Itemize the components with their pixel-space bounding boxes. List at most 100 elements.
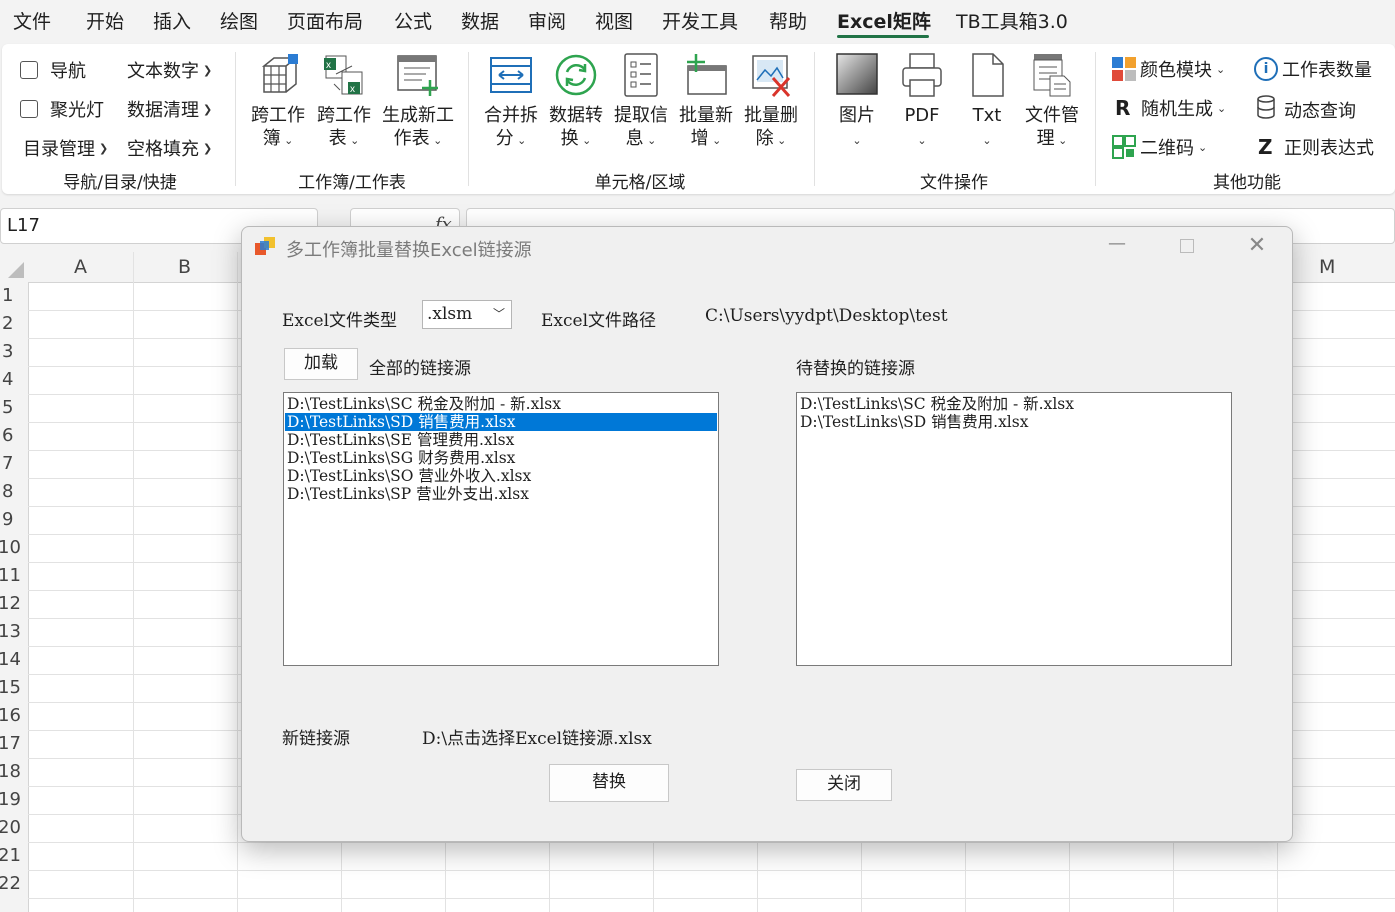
cross-workbook-button[interactable]: 跨工作 簿 ⌄ (246, 52, 310, 152)
list-item[interactable]: D:\TestLinks\SE 管理费用.xlsx (285, 431, 717, 449)
tab-excel-matrix[interactable]: Excel矩阵 (837, 7, 931, 34)
delete-image-icon (749, 52, 793, 98)
pdf-button[interactable]: PDF ⌄ (890, 52, 954, 152)
sheet-count-button[interactable]: i 工作表数量 (1254, 56, 1372, 82)
row-header[interactable]: 22 (0, 873, 21, 894)
close-icon: ✕ (1247, 233, 1267, 258)
merge-split-button[interactable]: 合并拆 分 ⌄ (479, 52, 543, 152)
tab-file[interactable]: 文件 (13, 7, 51, 34)
list-item[interactable]: D:\TestLinks\SD 销售费用.xlsx (798, 413, 1230, 431)
maximize-button[interactable] (1167, 233, 1207, 261)
new-source-value[interactable]: D:\点击选择Excel链接源.xlsx (422, 724, 652, 749)
color-blocks-icon (1112, 57, 1136, 81)
list-item[interactable]: D:\TestLinks\SO 营业外收入.xlsx (285, 467, 717, 485)
row-header[interactable]: 14 (0, 649, 21, 670)
batch-delete-button[interactable]: 批量删 除 ⌄ (739, 52, 803, 152)
cross-sheet-button[interactable]: xx 跨工作 表 ⌄ (312, 52, 376, 152)
tab-data[interactable]: 数据 (461, 7, 499, 34)
row-header[interactable]: 2 (2, 313, 13, 334)
database-icon (1256, 95, 1280, 124)
qrcode-button[interactable]: 二维码 ⌄ (1112, 134, 1207, 160)
row-header[interactable]: 18 (0, 761, 21, 782)
list-item[interactable]: D:\TestLinks\SC 税金及附加 - 新.xlsx (798, 395, 1230, 413)
row-header[interactable]: 15 (0, 677, 21, 698)
file-manage-label: 文件管 (1025, 105, 1079, 126)
batch-add-button[interactable]: 批量新 增 ⌄ (674, 52, 738, 152)
column-header-m[interactable]: M (1319, 256, 1335, 278)
row-header[interactable]: 13 (0, 621, 21, 642)
row-header[interactable]: 20 (0, 817, 21, 838)
close-window-button[interactable]: ✕ (1237, 233, 1277, 261)
list-item[interactable]: D:\TestLinks\SG 财务费用.xlsx (285, 449, 717, 467)
chevron-down-icon: ❯ (203, 102, 213, 116)
replace-button[interactable]: 替换 (549, 764, 669, 802)
svg-text:x: x (350, 84, 355, 95)
spotlight-checkbox[interactable] (20, 100, 38, 118)
dialog-title: 多工作簿批量替换Excel链接源 (286, 240, 532, 261)
row-header[interactable]: 12 (0, 593, 21, 614)
grid-line (28, 898, 1395, 899)
row-header[interactable]: 10 (0, 537, 21, 558)
select-all-corner[interactable] (0, 252, 28, 282)
random-button[interactable]: R 随机生成 ⌄ (1115, 95, 1226, 121)
tab-tb-toolbox[interactable]: TB工具箱3.0 (956, 7, 1068, 34)
tab-review[interactable]: 审阅 (528, 7, 566, 34)
row-header[interactable]: 16 (0, 705, 21, 726)
row-header[interactable]: 19 (0, 789, 21, 810)
file-manage-button[interactable]: 文件管 理 ⌄ (1020, 52, 1084, 152)
close-button[interactable]: 关闭 (796, 769, 892, 801)
row-header[interactable]: 21 (0, 845, 21, 866)
list-item-selected[interactable]: D:\TestLinks\SD 销售费用.xlsx (285, 413, 717, 431)
data-convert-button[interactable]: 数据转 换 ⌄ (544, 52, 608, 152)
pending-sources-label: 待替换的链接源 (796, 359, 915, 379)
color-block-button[interactable]: 颜色模块 ⌄ (1112, 56, 1225, 82)
chevron-down-icon: ⌄ (1198, 140, 1208, 154)
txt-button[interactable]: Txt ⌄ (955, 52, 1019, 152)
pending-sources-list[interactable]: D:\TestLinks\SC 税金及附加 - 新.xlsx D:\TestLi… (796, 392, 1232, 666)
row-header[interactable]: 1 (2, 285, 13, 306)
toc-label: 目录管理 (23, 139, 95, 160)
picture-button[interactable]: 图片 ⌄ (825, 52, 889, 152)
group-label-file-ops: 文件操作 (920, 173, 988, 193)
list-item[interactable]: D:\TestLinks\SP 营业外支出.xlsx (285, 485, 717, 503)
navigation-toggle[interactable]: 导航 (20, 57, 86, 83)
tab-insert[interactable]: 插入 (153, 7, 191, 34)
tab-page-layout[interactable]: 页面布局 (287, 7, 363, 34)
ribbon-separator (468, 52, 469, 186)
row-header[interactable]: 4 (2, 369, 13, 390)
row-header[interactable]: 17 (0, 733, 21, 754)
toc-button[interactable]: 目录管理 ❯ (23, 135, 108, 161)
all-sources-list[interactable]: D:\TestLinks\SC 税金及附加 - 新.xlsx D:\TestLi… (283, 392, 719, 666)
row-header[interactable]: 8 (2, 481, 13, 502)
extract-info-button[interactable]: 提取信 息 ⌄ (609, 52, 673, 152)
tab-developer[interactable]: 开发工具 (662, 7, 738, 34)
tab-draw[interactable]: 绘图 (220, 7, 258, 34)
column-header-a[interactable]: A (74, 256, 87, 278)
dynamic-query-button[interactable]: 动态查询 (1256, 95, 1356, 124)
load-button[interactable]: 加载 (284, 348, 358, 380)
file-type-select[interactable]: .xlsm ﹀ (422, 300, 512, 329)
navigation-checkbox[interactable] (20, 61, 38, 79)
tab-home[interactable]: 开始 (86, 7, 124, 34)
column-header-b[interactable]: B (178, 256, 191, 278)
row-header[interactable]: 9 (2, 509, 13, 530)
list-item[interactable]: D:\TestLinks\SC 税金及附加 - 新.xlsx (285, 395, 717, 413)
tab-view[interactable]: 视图 (595, 7, 633, 34)
row-header[interactable]: 3 (2, 341, 13, 362)
tab-formulas[interactable]: 公式 (394, 7, 432, 34)
row-header[interactable]: 6 (2, 425, 13, 446)
regex-button[interactable]: Z 正则表达式 (1258, 134, 1374, 160)
new-sheet-button[interactable]: 生成新工 作表 ⌄ (380, 52, 456, 152)
row-header[interactable]: 11 (0, 565, 21, 586)
text-number-button[interactable]: 文本数字 ❯ (127, 57, 212, 83)
replace-button-label: 替换 (592, 772, 626, 792)
tab-help[interactable]: 帮助 (769, 7, 807, 34)
random-label: 随机生成 (1141, 99, 1213, 120)
row-header[interactable]: 7 (2, 453, 13, 474)
data-clean-button[interactable]: 数据清理 ❯ (127, 96, 212, 122)
minimize-button[interactable]: — (1097, 233, 1137, 261)
file-path-value[interactable]: C:\Users\yydpt\Desktop\test (705, 306, 948, 326)
fill-blank-button[interactable]: 空格填充 ❯ (127, 135, 212, 161)
spotlight-toggle[interactable]: 聚光灯 (20, 96, 104, 122)
row-header[interactable]: 5 (2, 397, 13, 418)
